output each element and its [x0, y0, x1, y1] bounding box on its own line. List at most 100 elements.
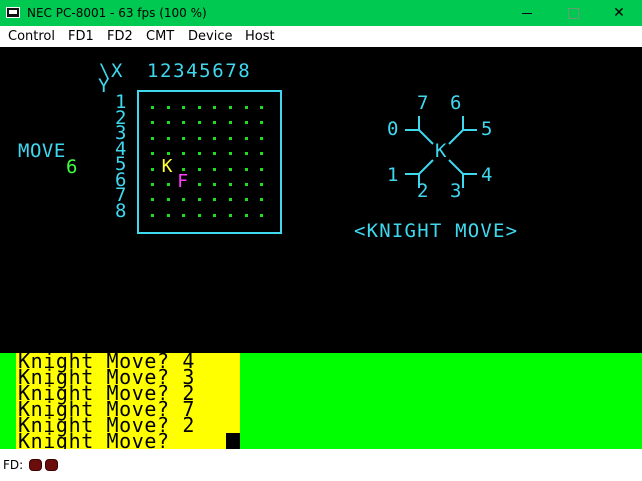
board-dot [229, 121, 232, 125]
board-dot [260, 121, 264, 125]
direction-label: 4 [481, 164, 493, 186]
board-dot [166, 198, 170, 202]
menu-fd2[interactable]: FD2 [107, 29, 133, 45]
board-dot [197, 183, 201, 186]
diagram-line [463, 173, 477, 175]
console-output: Knight Move? 4 Knight Move? 3 Knight Mov… [0, 353, 642, 449]
board-dot [213, 106, 217, 109]
board-dot [151, 167, 154, 171]
board-dot [151, 121, 154, 125]
y-label: 8 [115, 199, 127, 222]
board-dot [260, 106, 264, 109]
drive1-led-icon [29, 459, 42, 471]
direction-label: 5 [481, 118, 493, 140]
board-dot [151, 213, 154, 217]
board-dot [260, 213, 264, 217]
diagram-line [462, 174, 464, 188]
console-input-prompt[interactable]: Knight Move? [18, 431, 170, 449]
board-dot [213, 152, 217, 156]
board-dot [229, 183, 232, 186]
board-dot [213, 213, 217, 217]
board-dot [244, 198, 248, 202]
board-dot [197, 106, 201, 109]
board-dot [197, 198, 201, 202]
board-dot [182, 213, 186, 217]
board-dot [229, 152, 232, 156]
board-dot [213, 167, 217, 171]
direction-label: 2 [417, 180, 429, 202]
chess-board: KF [137, 90, 282, 234]
board-dot [151, 106, 154, 109]
board-dot [260, 198, 264, 202]
diagram-line [405, 129, 419, 131]
text-cursor [226, 433, 240, 449]
menu-fd1[interactable]: FD1 [68, 29, 94, 45]
move-label: MOVE [18, 140, 66, 162]
diagram-line [418, 129, 434, 145]
board-dot [213, 198, 217, 202]
minimize-button[interactable] [504, 0, 550, 26]
menu-control[interactable]: Control [8, 29, 55, 45]
board-dot [151, 136, 154, 140]
board-dot [244, 213, 248, 217]
board-dot [182, 106, 186, 109]
board-dot [197, 136, 201, 140]
board-dot [182, 136, 186, 140]
knight-piece: K [161, 155, 173, 177]
board-dot [197, 167, 201, 171]
board-dot [151, 152, 154, 156]
menu-device[interactable]: Device [188, 29, 232, 45]
board-dot [260, 136, 264, 140]
board-dot [166, 136, 170, 140]
menu-host[interactable]: Host [245, 29, 275, 45]
board-dot [151, 183, 154, 186]
board-dot [166, 152, 170, 156]
board-dot [213, 183, 217, 186]
board-dot [229, 167, 232, 171]
board-dot [166, 106, 170, 109]
board-dot [197, 152, 201, 156]
board-dot [197, 121, 201, 125]
diagram-knight: K [435, 140, 447, 162]
diagram-line [462, 116, 464, 130]
board-dot [260, 152, 264, 156]
board-dot [182, 198, 186, 202]
menu-cmt[interactable]: CMT [146, 29, 174, 45]
maximize-button[interactable] [550, 0, 596, 26]
title-bar: NEC PC-8001 - 63 fps (100 %) ✕ [0, 0, 642, 26]
emulator-screen[interactable]: \X Y 12345678 12345678 MOVE 6 KF K012345… [0, 47, 642, 353]
board-dot [166, 213, 170, 217]
diagram-line [448, 129, 464, 145]
board-dot [197, 213, 201, 217]
axis-y-label: Y [98, 75, 110, 97]
x-coordinate-labels: 12345678 [147, 60, 252, 82]
board-dot [244, 121, 248, 125]
move-count: 6 [66, 156, 78, 178]
drive2-led-icon [45, 459, 58, 471]
close-button[interactable]: ✕ [596, 0, 642, 26]
board-dot [244, 152, 248, 156]
board-dot [166, 121, 170, 125]
board-dot [182, 121, 186, 125]
diagram-line [418, 159, 434, 175]
direction-label: 3 [450, 180, 462, 202]
direction-label: 1 [387, 164, 399, 186]
diagram-line [418, 116, 420, 130]
fd-status-label: FD: [3, 458, 24, 472]
board-dot [229, 136, 232, 140]
finish-marker: F [177, 171, 189, 192]
board-dot [182, 152, 186, 156]
board-dot [151, 198, 154, 202]
diagram-line [463, 129, 477, 131]
board-dot [244, 106, 248, 109]
board-dot [166, 183, 170, 186]
board-dot [260, 167, 264, 171]
window-title: NEC PC-8001 - 63 fps (100 %) [27, 6, 207, 20]
board-dot [229, 213, 232, 217]
diagram-line [405, 173, 419, 175]
board-dot [213, 121, 217, 125]
status-bar: FD: [0, 449, 642, 481]
direction-label: 7 [417, 92, 429, 114]
board-dot [244, 136, 248, 140]
board-dot [229, 198, 232, 202]
